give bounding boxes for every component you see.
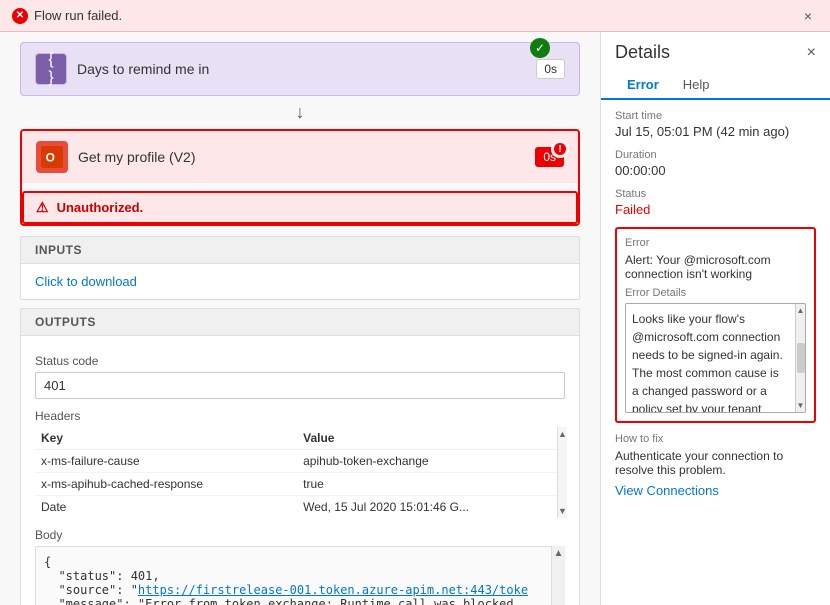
svg-text:O: O <box>46 151 55 165</box>
headers-scrollbar[interactable]: ▲ ▼ <box>557 427 567 518</box>
headers-scroll-down-icon[interactable]: ▼ <box>558 506 567 516</box>
table-row: x-ms-apihub-cached-responsetrue <box>35 473 565 496</box>
arrow-connector: ↓ <box>20 102 580 123</box>
click-to-download-link[interactable]: Click to download <box>35 274 137 289</box>
start-time-label: Start time <box>615 110 816 122</box>
unauthorized-text: Unauthorized. <box>57 200 144 215</box>
status-value: Failed <box>615 202 816 217</box>
exclamation-icon: ! <box>552 141 568 157</box>
outputs-header: OUTPUTS <box>21 309 579 336</box>
error-icon: ✕ <box>12 8 28 24</box>
headers-label: Headers <box>35 409 565 423</box>
profile-block-wrapper: O Get my profile (V2) ✓ 0s ! ⚠ Unauthori… <box>20 129 580 226</box>
headers-col-value: Value <box>297 427 565 450</box>
office-icon: O <box>41 146 63 168</box>
header-value: apihub-token-exchange <box>297 450 565 473</box>
profile-label: Get my profile (V2) <box>78 149 535 165</box>
body-scroll-up-icon[interactable]: ▲ <box>554 548 564 559</box>
status-row: Status Failed <box>615 188 816 217</box>
status-label: Status <box>615 188 816 200</box>
status-code-value: 401 <box>35 372 565 399</box>
error-details-scrollbar[interactable]: ▲ ▼ <box>795 304 805 412</box>
unauthorized-bar: ⚠ Unauthorized. <box>22 191 578 224</box>
header-value: Wed, 15 Jul 2020 15:01:46 G... <box>297 496 565 519</box>
right-panel: Details × Error Help Start time Jul 15, … <box>600 32 830 605</box>
green-check-icon: ✓ <box>530 38 550 58</box>
error-box-label: Error <box>625 237 806 249</box>
days-icon-box: { } <box>35 53 67 85</box>
outputs-section: OUTPUTS Status code 401 Headers Key Valu… <box>20 308 580 605</box>
headers-scroll-up-icon[interactable]: ▲ <box>558 429 567 439</box>
error-details-text: Looks like your flow's @microsoft.com co… <box>632 310 799 413</box>
error-message-text: Flow run failed. <box>34 8 122 23</box>
days-label: Days to remind me in <box>77 61 536 77</box>
right-content: Start time Jul 15, 05:01 PM (42 min ago)… <box>601 100 830 605</box>
arrow-down-icon: ↓ <box>296 102 305 123</box>
duration-row: Duration 00:00:00 <box>615 149 816 178</box>
body-label: Body <box>35 528 565 542</box>
top-error-bar: ✕ Flow run failed. × <box>0 0 830 32</box>
error-box: Error Alert: Your @microsoft.com connect… <box>615 227 816 423</box>
how-to-fix-text: Authenticate your connection to resolve … <box>615 449 816 477</box>
status-code-label: Status code <box>35 354 565 368</box>
error-scroll-up-icon[interactable]: ▲ <box>797 306 805 315</box>
error-details-label: Error Details <box>625 287 806 299</box>
profile-icon-box: O <box>36 141 68 173</box>
badge-wrapper: 0s ! <box>535 147 564 167</box>
body-link[interactable]: https://firstrelease-001.token.azure-api… <box>138 583 528 597</box>
top-close-button[interactable]: × <box>798 6 818 26</box>
headers-col-key: Key <box>35 427 297 450</box>
headers-table: Key Value x-ms-failure-causeapihub-token… <box>35 427 565 518</box>
inputs-body: Click to download <box>21 264 579 299</box>
start-time-row: Start time Jul 15, 05:01 PM (42 min ago) <box>615 110 816 139</box>
header-value: true <box>297 473 565 496</box>
header-key: Date <box>35 496 297 519</box>
days-remind-block[interactable]: { } Days to remind me in 0s <box>20 42 580 96</box>
error-alert-text: Alert: Your @microsoft.com connection is… <box>625 253 806 281</box>
left-panel: { } Days to remind me in 0s ↓ O Get my p… <box>0 32 600 605</box>
warning-icon: ⚠ <box>36 199 49 216</box>
days-icon: { } <box>48 51 53 87</box>
profile-block[interactable]: O Get my profile (V2) ✓ 0s ! <box>22 131 578 183</box>
error-message-container: ✕ Flow run failed. <box>12 8 122 24</box>
tab-help[interactable]: Help <box>671 71 722 100</box>
days-badge: 0s <box>536 59 565 79</box>
table-row: DateWed, 15 Jul 2020 15:01:46 G... <box>35 496 565 519</box>
error-scroll-down-icon[interactable]: ▼ <box>797 401 805 410</box>
right-title: Details <box>615 42 670 63</box>
right-close-button[interactable]: × <box>807 44 816 62</box>
tab-error[interactable]: Error <box>615 71 671 100</box>
right-header: Details × <box>601 32 830 63</box>
main-layout: { } Days to remind me in 0s ↓ O Get my p… <box>0 32 830 605</box>
header-key: x-ms-failure-cause <box>35 450 297 473</box>
error-details-textarea[interactable]: Looks like your flow's @microsoft.com co… <box>625 303 806 413</box>
body-code: { "status": 401, "source": "https://firs… <box>35 546 565 605</box>
outputs-body: Status code 401 Headers Key Value x-ms-f… <box>21 336 579 605</box>
inputs-header: INPUTS <box>21 237 579 264</box>
how-to-fix-row: How to fix Authenticate your connection … <box>615 433 816 498</box>
table-row: x-ms-failure-causeapihub-token-exchange <box>35 450 565 473</box>
right-tabs: Error Help <box>601 71 830 100</box>
header-key: x-ms-apihub-cached-response <box>35 473 297 496</box>
body-container: { "status": 401, "source": "https://firs… <box>35 546 565 605</box>
body-scrollbar[interactable]: ▲ ▼ <box>551 546 565 605</box>
duration-value: 00:00:00 <box>615 163 816 178</box>
inputs-section: INPUTS Click to download <box>20 236 580 300</box>
view-connections-link[interactable]: View Connections <box>615 483 719 498</box>
start-time-value: Jul 15, 05:01 PM (42 min ago) <box>615 124 816 139</box>
error-scroll-thumb <box>797 343 805 373</box>
how-to-fix-label: How to fix <box>615 433 816 445</box>
headers-container: Key Value x-ms-failure-causeapihub-token… <box>35 427 565 518</box>
duration-label: Duration <box>615 149 816 161</box>
